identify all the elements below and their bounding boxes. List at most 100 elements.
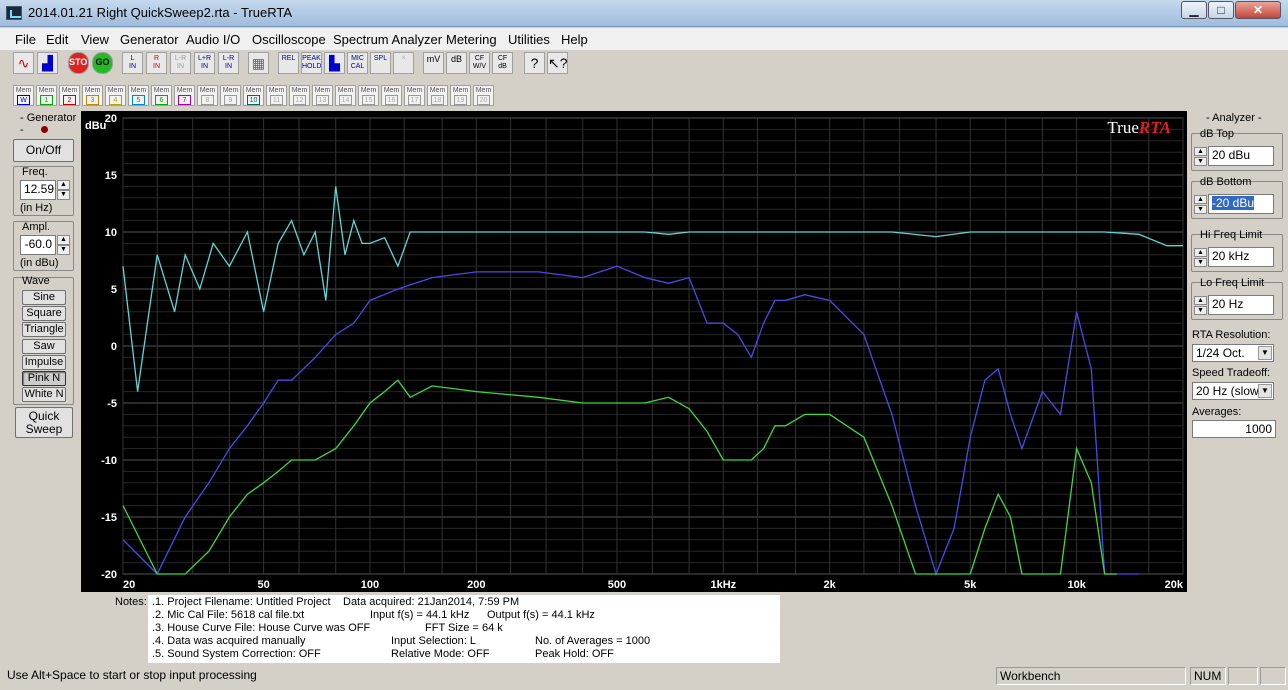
wave-saw-button[interactable]: Saw bbox=[22, 339, 66, 354]
freq-down-icon[interactable]: ▼ bbox=[57, 190, 70, 200]
averages-input[interactable]: 1000 bbox=[1192, 420, 1276, 438]
go-button[interactable]: GO bbox=[92, 52, 113, 74]
ampl-down-icon[interactable]: ▼ bbox=[57, 245, 70, 255]
memory-button-18[interactable]: Mem 18 bbox=[427, 85, 448, 106]
context-help-icon[interactable]: ↖? bbox=[547, 52, 568, 74]
maximize-button[interactable]: □ bbox=[1208, 1, 1234, 19]
grid-icon[interactable]: ▦ bbox=[248, 52, 269, 74]
generator-onoff-button[interactable]: On/Off bbox=[13, 139, 74, 162]
ampl-input[interactable]: -60.0 bbox=[20, 235, 56, 255]
db-bottom-input[interactable]: -20 dBu bbox=[1208, 194, 1274, 214]
menu-audio-io[interactable]: Audio I/O bbox=[186, 32, 240, 47]
relative-button[interactable]: REL bbox=[278, 52, 299, 74]
mv-button[interactable]: mV bbox=[423, 52, 444, 74]
memory-button-label: Mem bbox=[475, 87, 492, 94]
memory-button-label: Mem bbox=[61, 87, 78, 94]
lo-freq-up-icon[interactable]: ▲ bbox=[1194, 296, 1207, 305]
db-bottom-down-icon[interactable]: ▼ bbox=[1194, 205, 1207, 214]
cf-wv-button[interactable]: CF W/V bbox=[469, 52, 490, 74]
freq-up-icon[interactable]: ▲ bbox=[57, 180, 70, 190]
memory-button-3[interactable]: Mem 3 bbox=[82, 85, 103, 106]
ampl-label: Ampl. bbox=[22, 221, 51, 233]
spl-button[interactable]: SPL bbox=[370, 52, 391, 74]
rta-resolution-label: RTA Resolution: bbox=[1192, 329, 1271, 341]
memory-button-label: Mem bbox=[429, 87, 446, 94]
memory-button-6[interactable]: Mem 6 bbox=[151, 85, 172, 106]
cf-db-button[interactable]: CF dB bbox=[492, 52, 513, 74]
hi-freq-up-icon[interactable]: ▲ bbox=[1194, 248, 1207, 257]
quick-sweep-button[interactable]: Quick Sweep bbox=[15, 407, 73, 438]
spectrum-icon[interactable]: ▟ bbox=[37, 52, 58, 74]
memory-button-w[interactable]: Mem W bbox=[13, 85, 34, 106]
menu-edit[interactable]: Edit bbox=[46, 32, 68, 47]
db-bottom-up-icon[interactable]: ▲ bbox=[1194, 195, 1207, 204]
ampl-up-icon[interactable]: ▲ bbox=[57, 235, 70, 245]
note-line: .3. House Curve File: House Curve was OF… bbox=[152, 622, 371, 634]
memory-button-label: Mem bbox=[107, 87, 124, 94]
menu-spectrum-analyzer[interactable]: Spectrum Analyzer bbox=[333, 32, 442, 47]
memory-button-number: 5 bbox=[132, 95, 145, 105]
memory-button-20[interactable]: Mem 20 bbox=[473, 85, 494, 106]
l-r-input-button[interactable]: L-R IN bbox=[218, 52, 239, 74]
close-button[interactable]: ✕ bbox=[1235, 1, 1281, 19]
memory-button-9[interactable]: Mem 9 bbox=[220, 85, 241, 106]
db-top-up-icon[interactable]: ▲ bbox=[1194, 147, 1207, 156]
memory-button-8[interactable]: Mem 8 bbox=[197, 85, 218, 106]
hi-freq-input[interactable]: 20 kHz bbox=[1208, 247, 1274, 267]
memory-button-1[interactable]: Mem 1 bbox=[36, 85, 57, 106]
minimize-button[interactable]: ▁ bbox=[1181, 1, 1207, 19]
wave-impulse-button[interactable]: Impulse bbox=[22, 355, 66, 370]
memory-button-16[interactable]: Mem 16 bbox=[381, 85, 402, 106]
wave-pink-noise-button[interactable]: Pink N bbox=[22, 371, 66, 386]
memory-button-2[interactable]: Mem 2 bbox=[59, 85, 80, 106]
wave-sine-button[interactable]: Sine bbox=[22, 290, 66, 305]
x-tick-label: 1kHz bbox=[710, 579, 736, 591]
memory-button-7[interactable]: Mem 7 bbox=[174, 85, 195, 106]
stop-button[interactable]: STOP bbox=[68, 52, 89, 74]
l-plus-r-input-button[interactable]: L+R IN bbox=[194, 52, 215, 74]
disabled-x-icon[interactable]: ✕ bbox=[393, 52, 414, 74]
memory-button-label: Mem bbox=[245, 87, 262, 94]
memory-button-14[interactable]: Mem 14 bbox=[335, 85, 356, 106]
memory-button-number: W bbox=[17, 95, 30, 105]
menu-oscilloscope[interactable]: Oscilloscope bbox=[252, 32, 326, 47]
memory-button-number: 14 bbox=[339, 95, 352, 105]
help-icon[interactable]: ? bbox=[524, 52, 545, 74]
memory-button-4[interactable]: Mem 4 bbox=[105, 85, 126, 106]
wave-white-noise-button[interactable]: White N bbox=[22, 387, 66, 402]
menu-generator[interactable]: Generator bbox=[120, 32, 179, 47]
menu-view[interactable]: View bbox=[81, 32, 109, 47]
menu-file[interactable]: File bbox=[15, 32, 36, 47]
db-button[interactable]: dB bbox=[446, 52, 467, 74]
speed-tradeoff-select[interactable]: 20 Hz (slow) ▼ bbox=[1192, 382, 1274, 400]
freq-input[interactable]: 12.59 bbox=[20, 180, 56, 200]
l-minus-r-input-button[interactable]: L-R IN bbox=[170, 52, 191, 74]
memory-button-15[interactable]: Mem 15 bbox=[358, 85, 379, 106]
memory-button-19[interactable]: Mem 19 bbox=[450, 85, 471, 106]
memory-button-17[interactable]: Mem 17 bbox=[404, 85, 425, 106]
menu-utilities[interactable]: Utilities bbox=[508, 32, 550, 47]
memory-button-5[interactable]: Mem 5 bbox=[128, 85, 149, 106]
lo-freq-down-icon[interactable]: ▼ bbox=[1194, 306, 1207, 315]
sine-wave-icon[interactable]: ∿ bbox=[13, 52, 34, 74]
hi-freq-down-icon[interactable]: ▼ bbox=[1194, 258, 1207, 267]
db-top-down-icon[interactable]: ▼ bbox=[1194, 157, 1207, 166]
bars-icon[interactable]: ▙ bbox=[324, 52, 345, 74]
left-input-button[interactable]: L IN bbox=[122, 52, 143, 74]
wave-square-button[interactable]: Square bbox=[22, 306, 66, 321]
menu-help[interactable]: Help bbox=[561, 32, 588, 47]
memory-button-13[interactable]: Mem 13 bbox=[312, 85, 333, 106]
memory-button-number: 7 bbox=[178, 95, 191, 105]
mic-cal-button[interactable]: MIC CAL bbox=[347, 52, 368, 74]
memory-button-12[interactable]: Mem 12 bbox=[289, 85, 310, 106]
generator-led-icon bbox=[41, 126, 48, 133]
memory-button-11[interactable]: Mem 11 bbox=[266, 85, 287, 106]
lo-freq-input[interactable]: 20 Hz bbox=[1208, 295, 1274, 315]
wave-triangle-button[interactable]: Triangle bbox=[22, 322, 66, 337]
menu-metering[interactable]: Metering bbox=[446, 32, 497, 47]
memory-button-10[interactable]: Mem 10 bbox=[243, 85, 264, 106]
peak-hold-button[interactable]: PEAK HOLD bbox=[301, 52, 322, 74]
db-top-input[interactable]: 20 dBu bbox=[1208, 146, 1274, 166]
right-input-button[interactable]: R IN bbox=[146, 52, 167, 74]
rta-resolution-select[interactable]: 1/24 Oct. ▼ bbox=[1192, 344, 1274, 362]
